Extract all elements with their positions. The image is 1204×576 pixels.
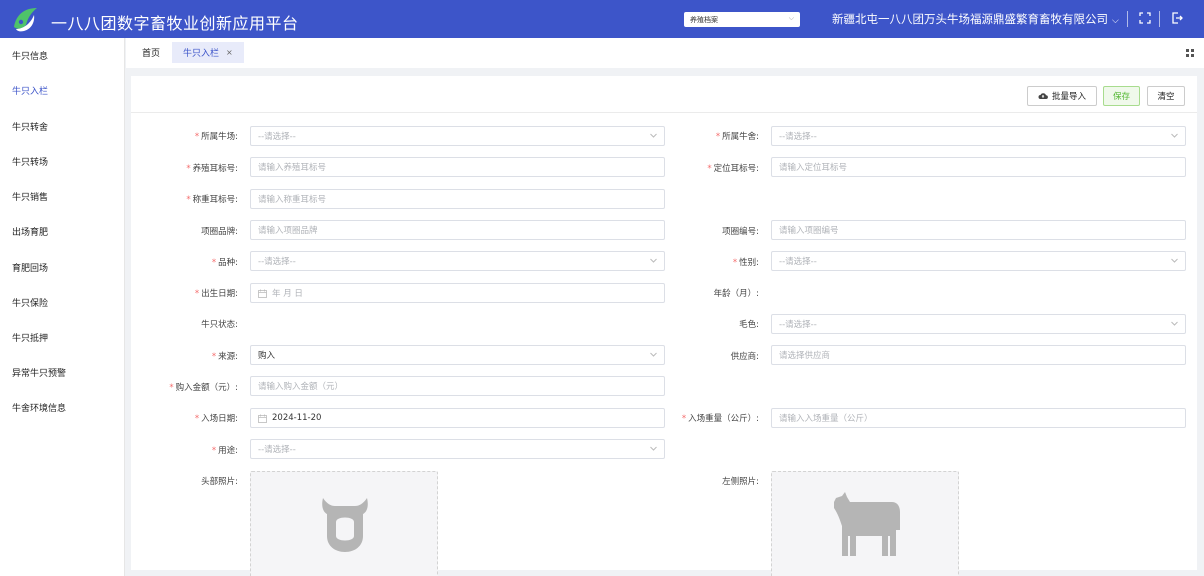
locate-tag-input[interactable]: 请输入定位耳标号 (771, 157, 1186, 177)
side-photo-label: 左侧照片: (722, 477, 759, 487)
sidebar-item-cattle-info[interactable]: 牛只信息 (12, 49, 48, 62)
entry-date-picker[interactable]: 2024-11-20 (250, 408, 665, 428)
chevron-down-icon (650, 446, 657, 451)
module-select-value: 养殖档案 (690, 15, 718, 24)
sidebar-item-abnormal-warning[interactable]: 异常牛只预警 (12, 366, 66, 379)
source-label: * 来源: (211, 352, 238, 362)
calendar-icon (258, 289, 267, 298)
price-label: * 购入金额（元）: (169, 383, 238, 393)
sidebar-item-cattle-entry[interactable]: 牛只入栏 (12, 84, 48, 97)
chevron-down-icon (1171, 258, 1178, 263)
chevron-down-icon (650, 352, 657, 357)
tab-cattle-entry[interactable]: 牛只入栏 × (172, 42, 244, 63)
sidebar-item-barn-environment[interactable]: 牛舍环境信息 (12, 401, 66, 414)
cow-head-icon (322, 498, 368, 552)
fullscreen-icon[interactable] (1138, 11, 1152, 25)
chevron-down-icon: ⌵ (1112, 16, 1119, 26)
chevron-down-icon: ⌵ (788, 14, 794, 22)
cloud-upload-icon (1038, 93, 1048, 99)
sidebar-item-fattening-out[interactable]: 出场育肥 (12, 225, 48, 238)
collar-no-input[interactable]: 请输入项圈编号 (771, 220, 1186, 240)
chevron-down-icon (650, 133, 657, 138)
company-selector[interactable]: 新疆北屯一八八团万头牛场福源鼎盛繁育畜牧有限公司 ⌵ (832, 11, 1119, 27)
entry-form-card: 批量导入 保存 清空 * 所属牛场: --请选择-- * 所属牛舍: --请选择--… (131, 76, 1197, 576)
head-photo-upload[interactable] (250, 471, 438, 576)
batch-import-label: 批量导入 (1051, 92, 1086, 102)
supplier-label: 供应商: (730, 352, 759, 362)
collar-brand-label: 项圈品牌: (201, 227, 238, 237)
tab-bar: 首页 牛只入栏 × (126, 38, 1204, 68)
header-divider (1127, 11, 1128, 27)
chevron-down-icon (1171, 321, 1178, 326)
weigh-tag-input[interactable]: 请输入称重耳标号 (250, 189, 665, 209)
sidebar-item-sales[interactable]: 牛只销售 (12, 190, 48, 203)
head-photo-label: 头部照片: (201, 477, 238, 487)
gender-label: * 性别: (732, 258, 759, 268)
birth-date-label: * 出生日期: (194, 289, 238, 299)
gender-select[interactable]: --请选择-- (771, 251, 1186, 271)
app-title: 一八八团数字畜牧业创新应用平台 (51, 14, 299, 33)
sidebar: 牛只信息 牛只入栏 牛只转舍 牛只转场 牛只销售 出场育肥 育肥回场 牛只保险 … (0, 38, 125, 576)
chevron-down-icon (650, 258, 657, 263)
header-divider (1159, 11, 1160, 27)
logo-icon (14, 8, 37, 32)
status-label: 牛只状态: (201, 320, 238, 330)
variety-label: * 品种: (211, 258, 238, 268)
sidebar-item-barn-transfer[interactable]: 牛只转舍 (12, 120, 48, 133)
collar-no-label: 项圈编号: (722, 227, 759, 237)
farm-label: * 所属牛场: (194, 132, 238, 142)
app-header: 一八八团数字畜牧业创新应用平台 养殖档案 ⌵ 新疆北屯一八八团万头牛场福源鼎盛繁… (0, 0, 1204, 38)
collar-brand-input[interactable]: 请输入项圈品牌 (250, 220, 665, 240)
source-select[interactable]: 购入 (250, 345, 665, 365)
sidebar-item-mortgage[interactable]: 牛只抵押 (12, 331, 48, 344)
locate-tag-label: * 定位耳标号: (707, 164, 759, 174)
price-input[interactable]: 请输入购入金额（元） (250, 376, 665, 396)
batch-import-button[interactable]: 批量导入 (1027, 86, 1097, 106)
variety-select[interactable]: --请选择-- (250, 251, 665, 271)
farm-select[interactable]: --请选择-- (250, 126, 665, 146)
calendar-icon (258, 414, 267, 423)
close-icon[interactable]: × (226, 48, 233, 57)
grid-icon[interactable] (1186, 49, 1194, 57)
save-button[interactable]: 保存 (1103, 86, 1140, 106)
supplier-input[interactable]: 请选择供应商 (771, 345, 1186, 365)
sidebar-item-insurance[interactable]: 牛只保险 (12, 296, 48, 309)
weigh-tag-label: * 称重耳标号: (186, 195, 238, 205)
logout-icon[interactable] (1170, 11, 1184, 25)
side-photo-upload[interactable] (771, 471, 959, 576)
cow-side-icon (834, 492, 900, 556)
entry-weight-input[interactable]: 请输入入场重量（公斤） (771, 408, 1186, 428)
usage-label: * 用途: (211, 446, 238, 456)
toolbar-divider (131, 112, 1197, 113)
tab-label: 牛只入栏 (183, 49, 220, 59)
entry-weight-label: * 入场重量（公斤）: (681, 414, 759, 424)
chevron-down-icon (1171, 133, 1178, 138)
color-label: 毛色: (739, 320, 759, 330)
clear-button[interactable]: 清空 (1147, 86, 1185, 106)
breed-tag-label: * 养殖耳标号: (186, 164, 238, 174)
tab-home[interactable]: 首页 (142, 46, 160, 59)
entry-date-label: * 入场日期: (194, 414, 238, 424)
barn-label: * 所属牛舍: (715, 132, 759, 142)
age-label: 年龄（月）: (713, 289, 759, 299)
company-name: 新疆北屯一八八团万头牛场福源鼎盛繁育畜牧有限公司 (832, 12, 1108, 26)
sidebar-item-farm-transfer[interactable]: 牛只转场 (12, 155, 48, 168)
breed-tag-input[interactable]: 请输入养殖耳标号 (250, 157, 665, 177)
barn-select[interactable]: --请选择-- (771, 126, 1186, 146)
sidebar-item-fattening-return[interactable]: 育肥回场 (12, 261, 48, 274)
module-select[interactable]: 养殖档案 ⌵ (684, 12, 800, 27)
color-select[interactable]: --请选择-- (771, 314, 1186, 334)
usage-select[interactable]: --请选择-- (250, 439, 665, 459)
birth-date-picker[interactable]: 年 月 日 (250, 283, 665, 303)
